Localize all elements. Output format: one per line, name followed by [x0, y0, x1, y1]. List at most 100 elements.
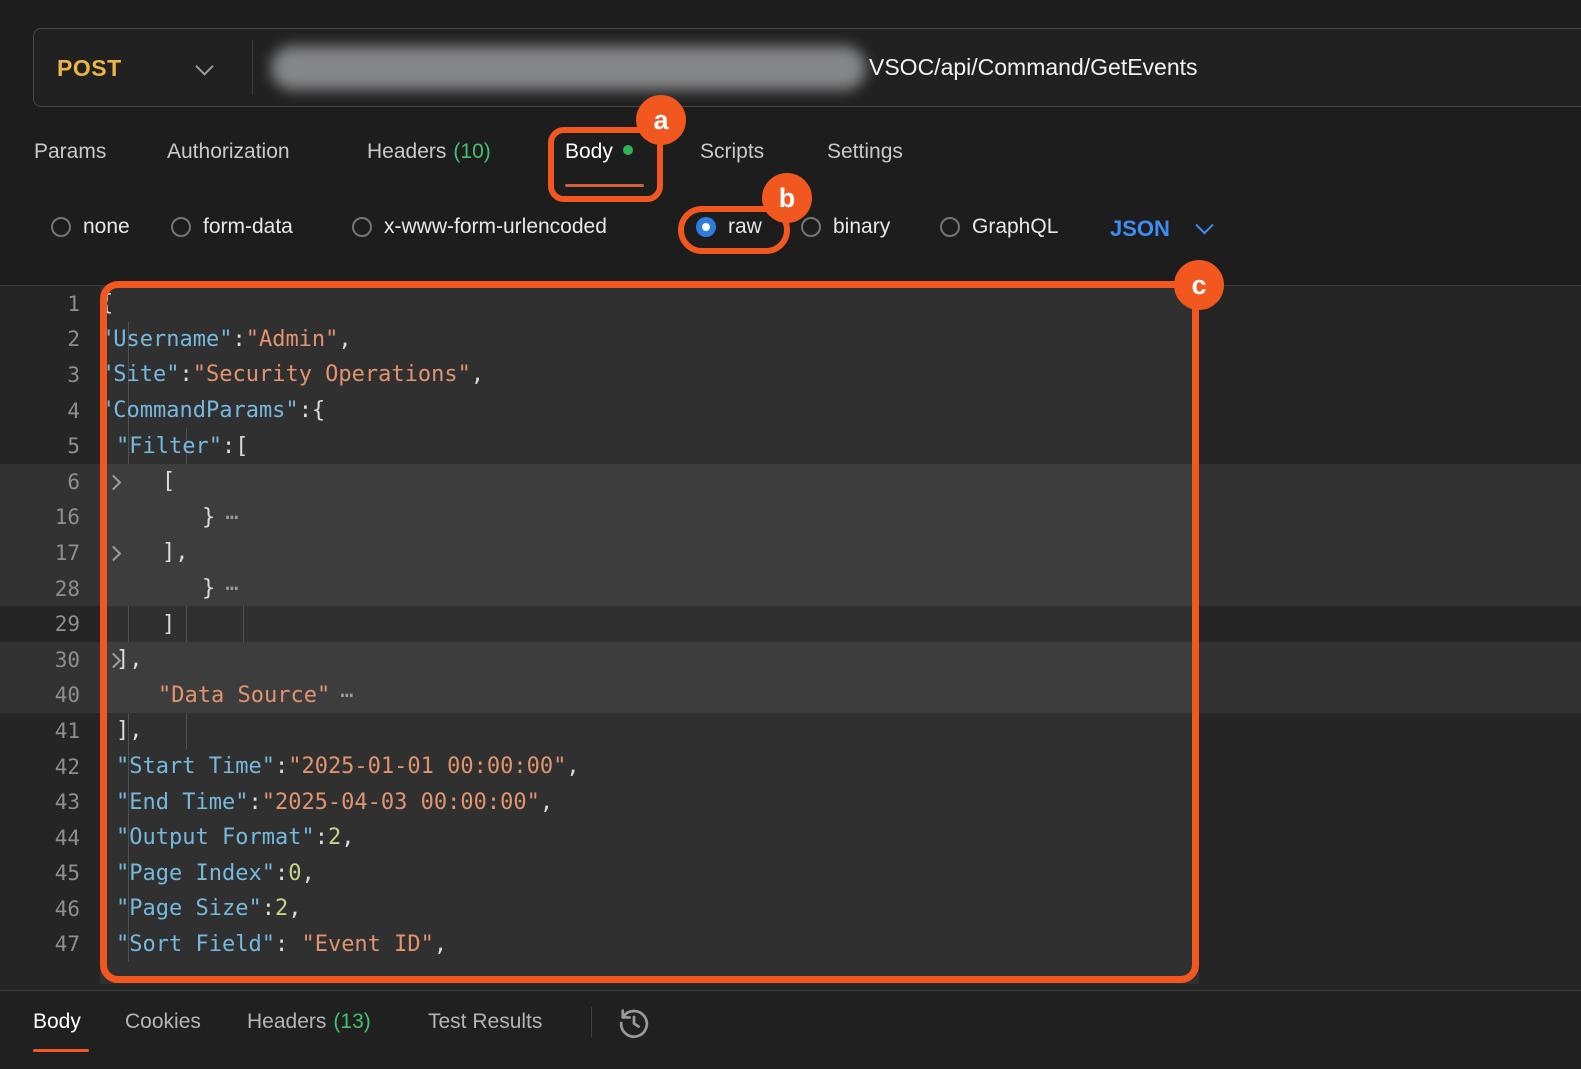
- code-line: 1{: [0, 286, 1581, 322]
- active-tab-underline: [565, 184, 644, 187]
- code-line: 44"Output Format":2,: [0, 820, 1581, 856]
- line-number: 41: [0, 719, 100, 743]
- line-number: 43: [0, 790, 100, 814]
- code-line: 6[: [0, 464, 1581, 500]
- url-bar: POST VSOC/api/Command/GetEvents: [33, 28, 1581, 107]
- tab-body[interactable]: Body: [565, 140, 633, 164]
- tab-label: Test Results: [428, 1010, 542, 1033]
- tab-scripts[interactable]: Scripts: [700, 140, 764, 164]
- code-line: 46"Page Size":2,: [0, 891, 1581, 927]
- postman-window: POST VSOC/api/Command/GetEvents Params Au…: [0, 0, 1581, 1069]
- body-format-label: JSON: [1110, 216, 1170, 242]
- code-line: 41],: [0, 713, 1581, 749]
- code-text: "Output Format":2,: [100, 825, 354, 850]
- tab-label: Params: [34, 140, 106, 163]
- code-line: 43"End Time":"2025-04-03 00:00:00",: [0, 784, 1581, 820]
- url-text: VSOC/api/Command/GetEvents: [869, 54, 1198, 81]
- response-tab-headers[interactable]: Headers(13): [247, 1010, 371, 1034]
- code-text: "Sort Field": "Event ID",: [100, 932, 447, 957]
- tab-label: Authorization: [167, 140, 290, 163]
- radio-label: form-data: [203, 216, 293, 238]
- method-selector[interactable]: POST: [34, 29, 252, 106]
- body-format-dropdown[interactable]: JSON: [1110, 216, 1211, 242]
- fold-ellipsis[interactable]: …: [225, 500, 239, 525]
- line-number: 40: [0, 683, 100, 707]
- code-line: 47"Sort Field": "Event ID",: [0, 927, 1581, 963]
- response-tab-test-results[interactable]: Test Results: [428, 1010, 542, 1034]
- line-number: 30: [0, 648, 100, 672]
- line-number: 5: [0, 434, 100, 458]
- code-text: }…: [100, 576, 240, 601]
- line-number: 29: [0, 612, 100, 636]
- line-number: 3: [0, 363, 100, 387]
- line-number: 2: [0, 327, 100, 351]
- line-number: 6: [0, 470, 100, 494]
- radio-icon: [352, 217, 372, 237]
- line-number: 16: [0, 505, 100, 529]
- radio-icon: [171, 217, 191, 237]
- fold-ellipsis[interactable]: …: [340, 678, 354, 703]
- code-line: 16}…: [0, 500, 1581, 536]
- radio-label: binary: [833, 216, 890, 238]
- code-line: 2"Username":"Admin",: [0, 322, 1581, 358]
- response-tab-body[interactable]: Body: [33, 1010, 81, 1034]
- method-label: POST: [57, 55, 122, 82]
- radio-label: raw: [728, 216, 762, 238]
- code-line: 29]: [0, 606, 1581, 642]
- active-tab-underline: [33, 1049, 89, 1052]
- fold-ellipsis[interactable]: …: [225, 571, 239, 596]
- radio-label: x-www-form-urlencoded: [384, 216, 607, 238]
- tab-count: (10): [453, 140, 490, 163]
- tab-label: Cookies: [125, 1010, 201, 1033]
- response-tabs-bar: Body Cookies Headers(13) Test Results: [0, 990, 1581, 1069]
- code-line: 40"Data Source"…: [0, 678, 1581, 714]
- response-tab-cookies[interactable]: Cookies: [125, 1010, 201, 1034]
- tab-params[interactable]: Params: [34, 140, 106, 164]
- line-number: 47: [0, 932, 100, 956]
- code-line: 30],: [0, 642, 1581, 678]
- body-editor[interactable]: 1{2"Username":"Admin",3"Site":"Security …: [0, 285, 1581, 990]
- line-number: 1: [0, 292, 100, 316]
- url-input[interactable]: VSOC/api/Command/GetEvents: [253, 29, 1581, 106]
- body-type-graphql[interactable]: GraphQL: [940, 216, 1058, 238]
- code-text: "Username":"Admin",: [100, 327, 352, 352]
- radio-selected-icon: [696, 217, 716, 237]
- code-text: "Data Source"…: [100, 683, 354, 708]
- history-icon[interactable]: [615, 1004, 653, 1047]
- code-text: "Page Size":2,: [100, 896, 301, 921]
- tab-count: (13): [333, 1010, 370, 1033]
- line-number: 17: [0, 541, 100, 565]
- radio-label: none: [83, 216, 130, 238]
- code-line: 42"Start Time":"2025-01-01 00:00:00",: [0, 749, 1581, 785]
- code-text: "End Time":"2025-04-03 00:00:00",: [100, 790, 553, 815]
- radio-label: GraphQL: [972, 216, 1058, 238]
- code-text: "Page Index":0,: [100, 861, 315, 886]
- radio-icon: [51, 217, 71, 237]
- code-line: 3"Site":"Security Operations",: [0, 357, 1581, 393]
- tab-label: Settings: [827, 140, 903, 163]
- body-type-form-data[interactable]: form-data: [171, 216, 293, 238]
- url-redacted-blur: [271, 46, 866, 90]
- divider: [591, 1007, 592, 1037]
- tab-settings[interactable]: Settings: [827, 140, 903, 164]
- tab-authorization[interactable]: Authorization: [167, 140, 290, 164]
- code-text: ],: [100, 718, 143, 743]
- code-text: ]: [100, 612, 175, 637]
- radio-icon: [801, 217, 821, 237]
- tab-label: Body: [33, 1010, 81, 1033]
- tab-headers[interactable]: Headers(10): [367, 140, 491, 164]
- code-text: }…: [100, 505, 240, 530]
- body-type-none[interactable]: none: [51, 216, 130, 238]
- code-text: {: [100, 291, 113, 316]
- chevron-down-icon: [1195, 216, 1213, 234]
- body-type-row: JSON none form-data x-www-form-urlencoded r…: [0, 200, 1581, 285]
- code-text: "Start Time":"2025-01-01 00:00:00",: [100, 754, 580, 779]
- body-type-binary[interactable]: binary: [801, 216, 890, 238]
- line-number: 45: [0, 861, 100, 885]
- chevron-down-icon: [198, 60, 211, 78]
- code-text: "Filter":[: [100, 434, 248, 459]
- body-filled-dot: [623, 145, 633, 155]
- line-number: 28: [0, 577, 100, 601]
- body-type-raw[interactable]: raw: [696, 216, 762, 238]
- body-type-x-www-form-urlencoded[interactable]: x-www-form-urlencoded: [352, 216, 607, 238]
